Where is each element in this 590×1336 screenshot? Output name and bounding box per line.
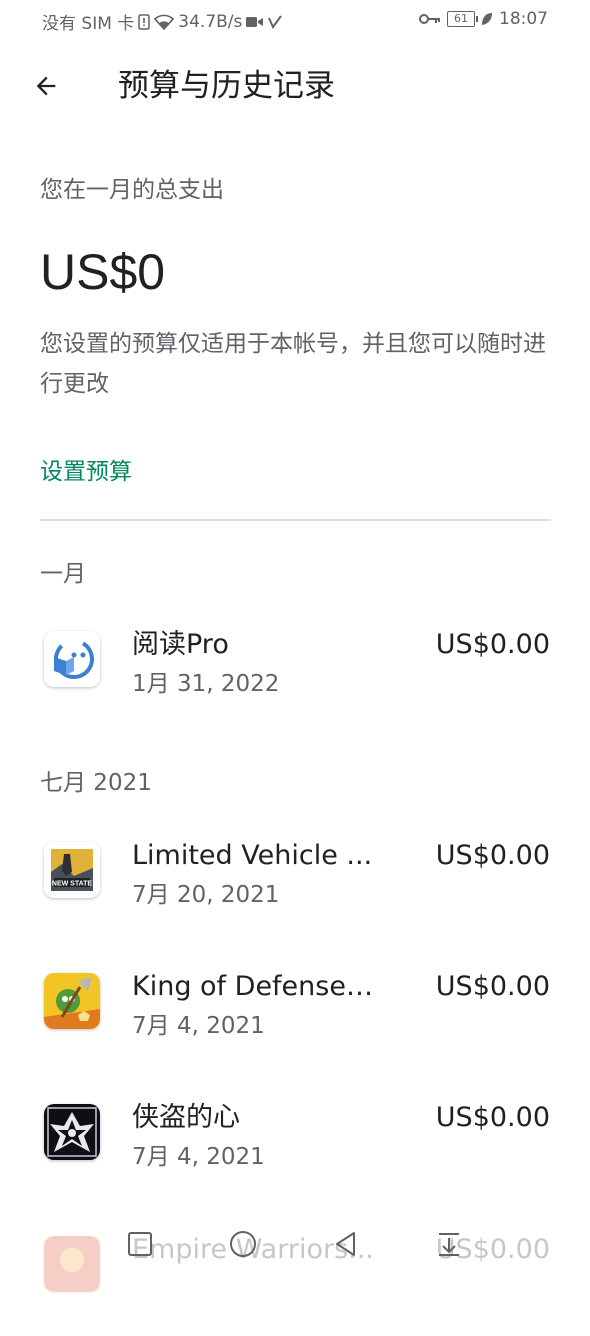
set-budget-button[interactable]: 设置预算 <box>40 452 132 486</box>
check-v-icon <box>268 13 283 31</box>
leaf-icon <box>481 10 493 28</box>
reader-app-icon <box>44 631 100 687</box>
app-bar: 预算与历史记录 <box>0 50 590 122</box>
item-name: King of Defense ... <box>132 971 377 1002</box>
video-camera-icon <box>246 13 264 31</box>
arrow-back-icon <box>36 76 56 96</box>
circle-icon <box>230 1231 256 1257</box>
recent-apps-button[interactable] <box>118 1222 162 1266</box>
back-nav-button[interactable] <box>324 1222 368 1266</box>
pull-down-icon <box>439 1233 459 1256</box>
svg-text:NEW STATE: NEW STATE <box>52 881 93 888</box>
page-title: 预算与历史记录 <box>118 68 335 104</box>
item-price: US$0.00 <box>435 971 550 1002</box>
carrier-text: 没有 SIM 卡 <box>42 14 135 34</box>
item-date: 7月 4, 2021 <box>132 1013 265 1039</box>
purchase-item[interactable]: King of Defense ... 7月 4, 2021 US$0.00 <box>0 971 590 1073</box>
item-price: US$0.00 <box>435 1102 550 1133</box>
battery-icon: 61 <box>447 11 478 27</box>
item-date: 1月 31, 2022 <box>132 671 280 697</box>
section-header-july-2021: 七月 2021 <box>40 770 152 796</box>
network-speed-text: 34.7B/s <box>178 11 243 32</box>
square-icon <box>128 1232 152 1256</box>
new-state-game-icon: NEW STATE <box>44 842 100 898</box>
home-button[interactable] <box>221 1222 265 1266</box>
system-navigation-bar <box>0 1212 590 1280</box>
item-price: US$0.00 <box>435 629 550 660</box>
divider <box>40 519 551 521</box>
purchase-item[interactable]: 侠盗的心 7月 4, 2021 US$0.00 <box>0 1102 590 1204</box>
item-name: 侠盗的心 <box>132 1102 240 1133</box>
budget-note: 您设置的预算仅适用于本帐号，并且您可以随时进行更改 <box>40 331 546 397</box>
item-name: 阅读Pro <box>132 629 229 660</box>
key-icon <box>419 10 441 28</box>
triangle-back-icon <box>336 1232 355 1256</box>
king-of-defense-game-icon <box>44 973 100 1029</box>
wifi-icon <box>154 13 175 31</box>
thief-heart-game-icon <box>44 1104 100 1160</box>
clock-text: 18:07 <box>499 9 548 29</box>
purchase-item[interactable]: 阅读Pro 1月 31, 2022 US$0.00 <box>0 629 590 731</box>
total-spend-amount: US$0 <box>40 244 166 300</box>
status-bar: 没有 SIM 卡 34.7B/s 61 18:07 <box>0 0 590 40</box>
monthly-spend-label: 您在一月的总支出 <box>40 177 224 203</box>
sim-alert-icon <box>138 13 151 31</box>
section-header-january: 一月 <box>40 561 86 587</box>
notification-pulldown-button[interactable] <box>427 1222 471 1266</box>
item-price: US$0.00 <box>435 840 550 871</box>
item-date: 7月 4, 2021 <box>132 1144 265 1170</box>
item-date: 7月 20, 2021 <box>132 882 280 908</box>
purchase-item[interactable]: NEW STATE Limited Vehicle ... 7月 20, 202… <box>0 840 590 942</box>
back-button[interactable] <box>26 66 66 106</box>
item-name: Limited Vehicle ... <box>132 840 373 871</box>
